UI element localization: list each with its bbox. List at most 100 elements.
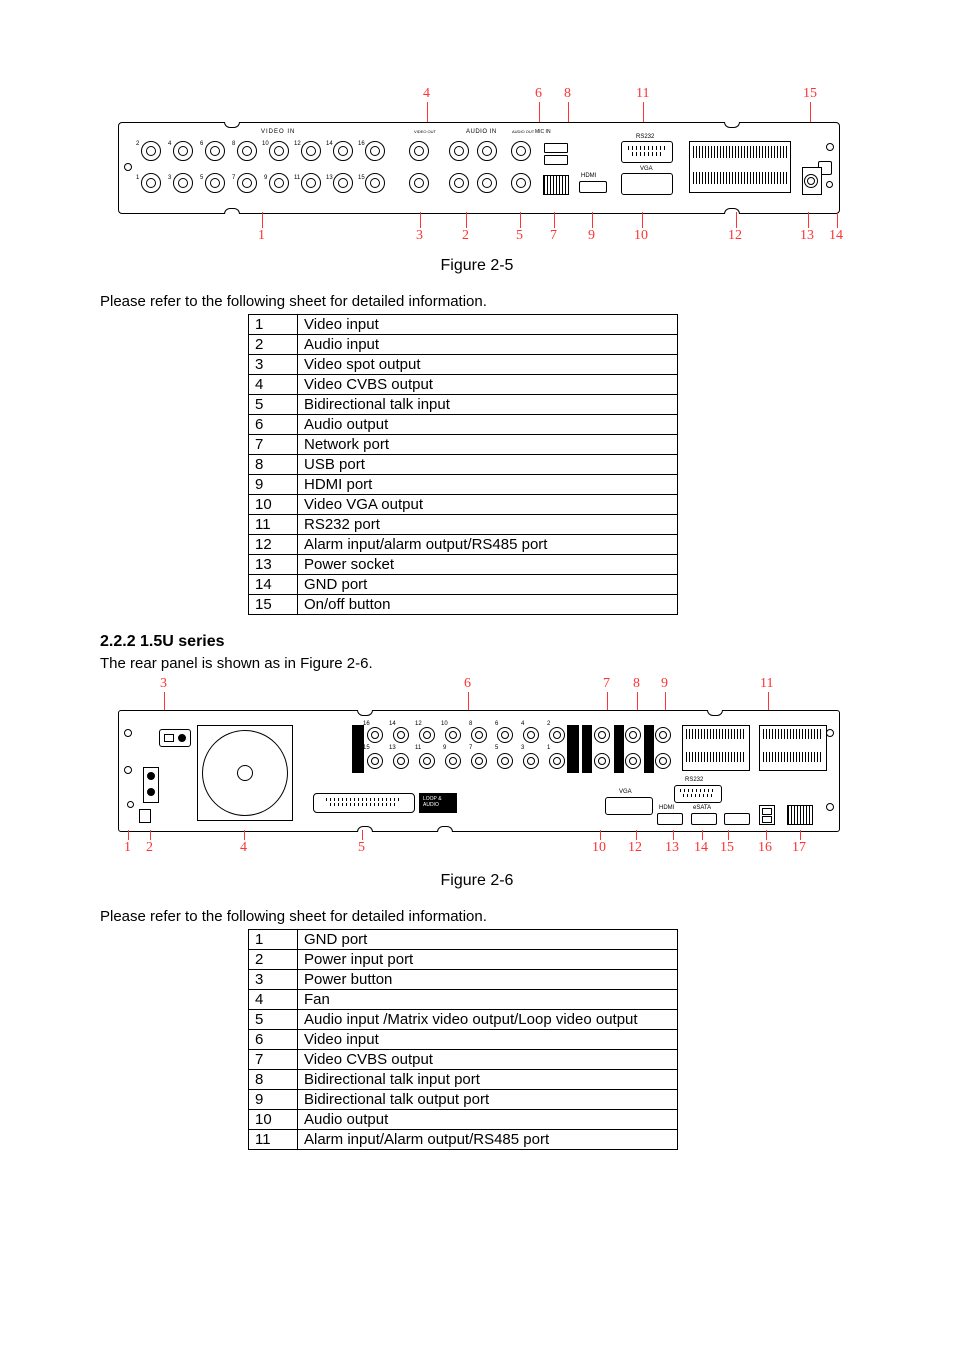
row-number: 10: [249, 495, 298, 515]
label-hdmi: HDMI: [659, 805, 674, 811]
label-audio-in: AUDIO IN: [466, 129, 497, 135]
alarm-terminal: [682, 725, 750, 771]
table-row: 4Fan: [249, 990, 678, 1010]
callout-3: 3: [160, 676, 167, 692]
callout-13: 13: [665, 840, 679, 856]
table-intro-1: Please refer to the following sheet for …: [100, 293, 854, 310]
video-in-port: [173, 173, 193, 193]
hdmi-port: [579, 181, 607, 193]
row-description: Audio output: [298, 1110, 678, 1130]
row-description: Audio output: [298, 415, 678, 435]
row-description: GND port: [298, 930, 678, 950]
audio-in-port: [449, 141, 469, 161]
row-description: RS232 port: [298, 515, 678, 535]
row-description: Network port: [298, 435, 678, 455]
table-row: 3Power button: [249, 970, 678, 990]
table-row: 1GND port: [249, 930, 678, 950]
usb-port: [139, 809, 151, 823]
row-description: Bidirectional talk input port: [298, 1070, 678, 1090]
video-in-port: [365, 141, 385, 161]
video-in-port: [523, 753, 539, 769]
row-number: 9: [249, 475, 298, 495]
gnd-port: [127, 801, 134, 808]
video-in-port: [141, 173, 161, 193]
row-number: 14: [249, 575, 298, 595]
row-number: 7: [249, 1050, 298, 1070]
table-row: 8Bidirectional talk input port: [249, 1070, 678, 1090]
row-number: 12: [249, 535, 298, 555]
table-row: 1Video input: [249, 315, 678, 335]
video-in-port: [549, 727, 565, 743]
audio-in-port: [449, 173, 469, 193]
table-row: 7Video CVBS output: [249, 1050, 678, 1070]
row-description: Video CVBS output: [298, 1050, 678, 1070]
callout-10: 10: [592, 840, 606, 856]
device-rear-panel-1u: VIDEO IN VIDEO OUT AUDIO IN AUDIO OUT MI…: [118, 122, 840, 214]
callout-9: 9: [661, 676, 668, 692]
video-in-port: [269, 173, 289, 193]
row-number: 2: [249, 335, 298, 355]
figure-2-5: 4 6 8 11 15 VIDEO IN VIDEO OUT AUDIO IN: [118, 90, 836, 245]
usb-port: [544, 143, 568, 153]
row-description: GND port: [298, 575, 678, 595]
alarm-terminal: [689, 141, 791, 193]
table-row: 10Video VGA output: [249, 495, 678, 515]
power-socket: [802, 167, 822, 195]
video-in-port: [269, 141, 289, 161]
label-mic-in: MIC IN: [535, 129, 551, 135]
usb-port: [544, 155, 568, 165]
callout-1: 1: [124, 840, 131, 856]
table-row: 7Network port: [249, 435, 678, 455]
row-description: Audio input: [298, 335, 678, 355]
row-description: USB port: [298, 455, 678, 475]
callout-11: 11: [760, 676, 773, 692]
table-row: 11RS232 port: [249, 515, 678, 535]
mic-in-port: [625, 727, 641, 743]
audio-in-port: [477, 173, 497, 193]
callout-15: 15: [803, 86, 817, 102]
row-description: Fan: [298, 990, 678, 1010]
audio-in-port: [477, 141, 497, 161]
network-port: [787, 805, 813, 825]
usb-port: [759, 805, 775, 825]
label-hdmi: HDMI: [581, 173, 596, 179]
video-in-port: [141, 141, 161, 161]
row-description: Alarm input/Alarm output/RS485 port: [298, 1130, 678, 1150]
video-in-port: [301, 141, 321, 161]
row-description: Audio input /Matrix video output/Loop vi…: [298, 1010, 678, 1030]
video-in-port: [333, 173, 353, 193]
mic-in-port: [511, 173, 531, 193]
callout-4: 4: [240, 840, 247, 856]
callout-5: 5: [516, 228, 523, 244]
callout-12: 12: [628, 840, 642, 856]
row-description: Video input: [298, 1030, 678, 1050]
device-rear-panel-1-5u: LOOP & AUDIO 16 14 12 10 8 6: [118, 710, 840, 832]
row-description: Power input port: [298, 950, 678, 970]
hdmi-port: [657, 813, 683, 825]
callout-3: 3: [416, 228, 423, 244]
table-row: 9HDMI port: [249, 475, 678, 495]
label-audio-out: AUDIO OUT: [512, 129, 534, 134]
mic-out-port: [625, 753, 641, 769]
video-cvbs-out: [409, 141, 429, 161]
callout-1: 1: [258, 228, 265, 244]
row-number: 9: [249, 1090, 298, 1110]
label-rs232: RS232: [685, 777, 703, 783]
video-in-port: [205, 173, 225, 193]
esata-port: [724, 813, 750, 825]
row-description: Bidirectional talk input: [298, 395, 678, 415]
table-row: 3Video spot output: [249, 355, 678, 375]
row-description: Video VGA output: [298, 495, 678, 515]
video-in-port: [445, 727, 461, 743]
row-description: Alarm input/alarm output/RS485 port: [298, 535, 678, 555]
row-number: 4: [249, 375, 298, 395]
row-description: Video input: [298, 315, 678, 335]
row-number: 8: [249, 1070, 298, 1090]
video-in-port: [205, 141, 225, 161]
row-number: 11: [249, 1130, 298, 1150]
figure-2-5-caption: Figure 2-5: [100, 257, 854, 275]
row-number: 15: [249, 595, 298, 615]
video-cvbs-out: [594, 727, 610, 743]
alarm-terminal: [759, 725, 827, 771]
callout-6: 6: [464, 676, 471, 692]
